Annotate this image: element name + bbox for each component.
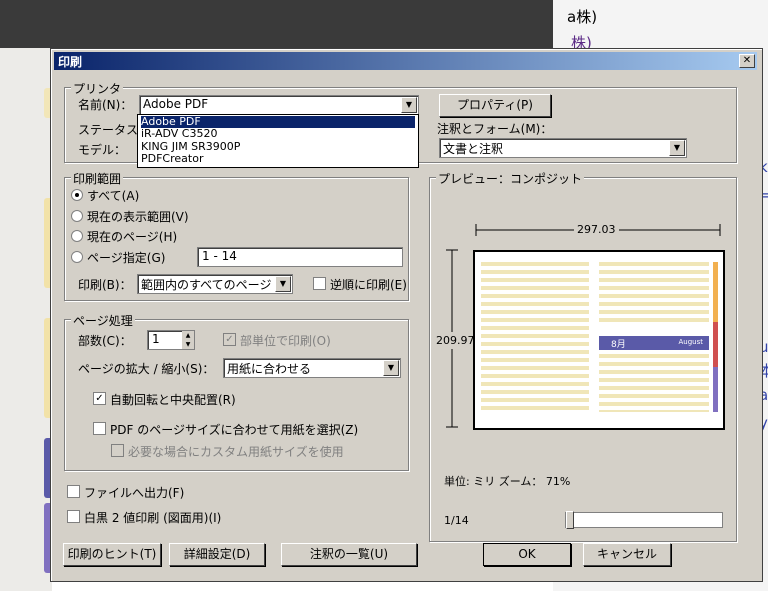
scaling-value: 用紙に合わせる xyxy=(227,362,312,376)
printer-option[interactable]: iR-ADV C3520 xyxy=(141,128,415,140)
slider-thumb[interactable] xyxy=(566,511,574,529)
print-subset-label: 印刷(B)： xyxy=(78,278,132,292)
annotations-value: 文書と注釈 xyxy=(443,142,504,156)
radio-current-view[interactable] xyxy=(71,210,83,222)
auto-rotate-label[interactable]: 自動回転と中央配置(R) xyxy=(110,391,236,408)
chevron-down-icon[interactable]: ▼ xyxy=(669,140,685,156)
print-hints-button[interactable]: 印刷のヒント(T) xyxy=(63,543,161,566)
preview-month-label: 8月 xyxy=(611,340,626,350)
copies-input[interactable]: 1 ▲ ▼ xyxy=(147,330,195,350)
page-slider[interactable] xyxy=(565,511,723,529)
collate-label: 部単位で印刷(O) xyxy=(240,334,331,348)
bw-print-label[interactable]: 白黒 2 値印刷 (図面用)(I) xyxy=(84,509,221,526)
annotations-select[interactable]: 文書と注釈 ▼ xyxy=(439,138,687,158)
preview-units-zoom: 単位: ミリ ズーム： 71% xyxy=(444,475,571,488)
cancel-button[interactable]: キャンセル xyxy=(583,543,671,566)
preview-group-label: プレビュー：コンポジット xyxy=(436,170,585,187)
preview-right-column-lower xyxy=(599,354,709,412)
background-app-header xyxy=(0,0,553,48)
spinner-icon[interactable]: ▲ ▼ xyxy=(182,331,194,349)
dialog-titlebar[interactable]: 印刷 ✕ xyxy=(54,52,757,70)
dialog-title: 印刷 xyxy=(58,55,83,69)
page-handling-group-label: ページ処理 xyxy=(71,312,135,329)
printer-option[interactable]: PDFCreator xyxy=(141,153,415,165)
radio-pages-label[interactable]: ページ指定(G) xyxy=(87,249,165,266)
pages-input[interactable]: 1 - 14 xyxy=(197,247,403,267)
ok-button[interactable]: OK xyxy=(483,543,571,566)
pages-input-value: 1 - 14 xyxy=(202,249,237,263)
custom-paper-label: 必要な場合にカスタム用紙サイズを使用 xyxy=(128,445,344,459)
radio-pages[interactable] xyxy=(71,251,83,263)
chevron-down-icon[interactable]: ▼ xyxy=(383,360,399,376)
page-handling-group: ページ処理 部数(C)： 1 ▲ ▼ ✓ 部単位で印刷(O) ページの拡大 / 縮… xyxy=(64,312,409,471)
print-range-group: 印刷範囲 すべて(A) 現在の表示範囲(V) 現在のページ(H) ページ指定(G… xyxy=(64,170,409,301)
advanced-button[interactable]: 詳細設定(D) xyxy=(169,543,265,566)
copies-value: 1 xyxy=(152,332,160,346)
printer-name-value: Adobe PDF xyxy=(143,97,209,111)
bw-print-checkbox[interactable] xyxy=(67,510,80,523)
chevron-down-icon[interactable]: ▼ xyxy=(275,276,291,292)
collate-checkbox[interactable]: ✓ xyxy=(223,333,236,346)
close-icon[interactable]: ✕ xyxy=(739,54,755,68)
page-counter: 1/14 xyxy=(444,514,469,527)
scaling-select[interactable]: 用紙に合わせる ▼ xyxy=(223,358,401,378)
model-label: モデル： xyxy=(78,143,127,157)
annotations-label: 注釈とフォーム(M)： xyxy=(437,122,553,136)
scaling-label: ページの拡大 / 縮小(S)： xyxy=(78,362,215,376)
printer-name-label: 名前(N)： xyxy=(78,98,133,112)
chevron-down-icon[interactable]: ▼ xyxy=(401,97,417,113)
print-to-file-label[interactable]: ファイルへ出力(F) xyxy=(84,484,184,501)
preview-month-en: August xyxy=(678,338,704,346)
properties-button[interactable]: プロパティ(P) xyxy=(439,94,551,117)
preview-side-tabs xyxy=(713,262,718,412)
print-to-file-checkbox[interactable] xyxy=(67,485,80,498)
reverse-label[interactable]: 逆順に印刷(E) xyxy=(330,276,407,293)
auto-rotate-checkbox[interactable]: ✓ xyxy=(93,392,106,405)
reverse-checkbox[interactable] xyxy=(313,277,326,290)
copies-label: 部数(C)： xyxy=(78,334,132,348)
radio-current-page-label[interactable]: 現在のページ(H) xyxy=(87,228,177,245)
printer-dropdown-list: Adobe PDF iR-ADV C3520 KING JIM SR3900P … xyxy=(137,114,419,168)
radio-current-view-label[interactable]: 現在の表示範囲(V) xyxy=(87,208,189,225)
height-dimension: 209.97 xyxy=(436,332,475,349)
preview-left-column xyxy=(481,262,589,412)
preview-right-column xyxy=(599,262,709,322)
bg-text-1: a株) xyxy=(567,8,598,26)
choose-paper-label[interactable]: PDF のページサイズに合わせて用紙を選択(Z) xyxy=(110,421,358,438)
preview-month-banner: 8月 August xyxy=(599,336,709,350)
radio-current-page[interactable] xyxy=(71,230,83,242)
background-app-left-panel xyxy=(0,48,54,591)
printer-name-select[interactable]: Adobe PDF ▼ xyxy=(139,95,419,115)
radio-all[interactable] xyxy=(71,189,83,201)
radio-all-label[interactable]: すべて(A) xyxy=(87,187,139,204)
print-range-group-label: 印刷範囲 xyxy=(71,170,124,187)
print-subset-value: 範囲内のすべてのページ xyxy=(141,278,272,292)
print-subset-select[interactable]: 範囲内のすべてのページ ▼ xyxy=(137,274,293,294)
summarize-comments-button[interactable]: 注釈の一覧(U) xyxy=(281,543,417,566)
preview-page-thumbnail: 8月 August xyxy=(473,250,725,430)
choose-paper-checkbox[interactable] xyxy=(93,422,106,435)
width-dimension: 297.03 xyxy=(574,223,619,236)
custom-paper-checkbox[interactable] xyxy=(111,444,124,457)
printer-group-label: プリンタ xyxy=(71,80,124,97)
